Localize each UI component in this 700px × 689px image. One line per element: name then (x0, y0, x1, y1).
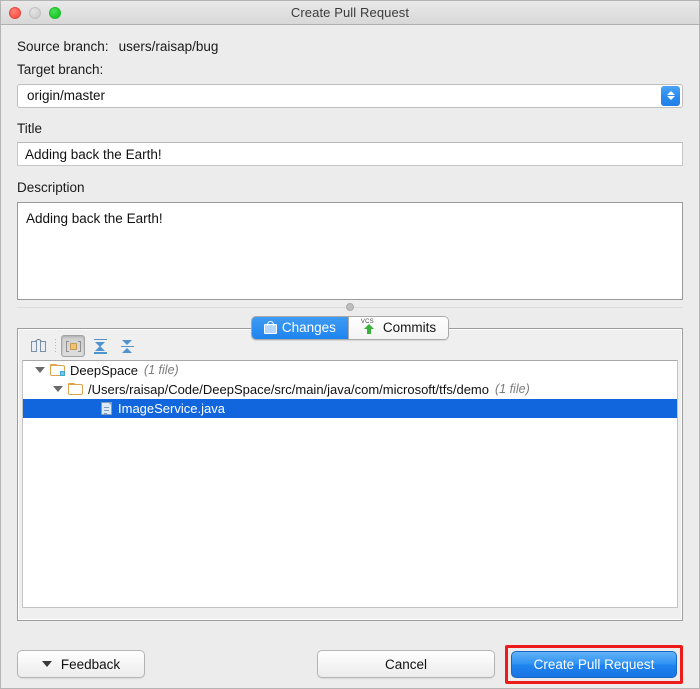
tab-commits-label: Commits (383, 320, 436, 335)
collapse-all-icon (120, 339, 135, 354)
folder-icon (68, 383, 83, 395)
description-text: Adding back the Earth! (26, 210, 674, 228)
tab-changes-label: Changes (282, 320, 336, 335)
target-branch-combobox[interactable]: origin/master (17, 84, 683, 108)
chevron-down-icon (667, 96, 675, 100)
title-input[interactable]: Adding back the Earth! (17, 142, 683, 166)
tree-root-count: (1 file) (144, 363, 179, 377)
feedback-button[interactable]: Feedback (17, 650, 145, 678)
changes-panel: DeepSpace (1 file) /Users/raisap/Code/De… (17, 328, 683, 621)
create-pull-request-dialog: Create Pull Request Source branch: users… (0, 0, 700, 689)
changed-files-tree[interactable]: DeepSpace (1 file) /Users/raisap/Code/De… (22, 360, 678, 608)
tree-row[interactable]: DeepSpace (1 file) (23, 361, 677, 380)
tab-changes[interactable]: Changes (252, 317, 348, 339)
folder-group-icon (66, 340, 81, 353)
dialog-content: Source branch: users/raisap/bug Target b… (1, 25, 699, 689)
close-window-button[interactable] (9, 7, 21, 19)
toolbar-separator (55, 339, 56, 354)
splitter[interactable] (17, 300, 683, 316)
create-pull-request-highlight: Create Pull Request (505, 645, 683, 684)
maximize-window-button[interactable] (49, 7, 61, 19)
tree-row[interactable]: ImageService.java (23, 399, 677, 418)
window-controls (9, 1, 61, 24)
triangle-down-icon (42, 661, 52, 667)
triangle-down-icon[interactable] (35, 367, 45, 373)
target-branch-value: origin/master (18, 88, 105, 103)
tree-directory-label: /Users/raisap/Code/DeepSpace/src/main/ja… (88, 382, 489, 397)
description-label: Description (17, 181, 683, 195)
tree-root-label: DeepSpace (70, 363, 138, 378)
module-folder-icon (50, 364, 65, 376)
changes-icon (264, 321, 277, 334)
dialog-footer: Feedback Cancel Create Pull Request (17, 649, 683, 679)
source-branch-value: users/raisap/bug (119, 39, 219, 54)
chevron-updown-icon[interactable] (661, 86, 680, 106)
tab-commits[interactable]: VCS Commits (348, 317, 448, 339)
minimize-window-button[interactable] (29, 7, 41, 19)
expand-all-icon (93, 339, 108, 354)
diff-icon (31, 339, 46, 354)
title-label: Title (17, 122, 683, 136)
tree-row[interactable]: /Users/raisap/Code/DeepSpace/src/main/ja… (23, 380, 677, 399)
java-file-icon (101, 402, 112, 415)
target-branch-label: Target branch: (17, 63, 683, 77)
create-pull-request-button[interactable]: Create Pull Request (511, 651, 677, 678)
cancel-button[interactable]: Cancel (317, 650, 495, 678)
window-title: Create Pull Request (1, 5, 699, 20)
splitter-handle[interactable] (346, 303, 354, 311)
feedback-button-label: Feedback (61, 657, 120, 672)
source-branch-label: Source branch: (17, 40, 109, 54)
triangle-down-icon[interactable] (53, 386, 63, 392)
chevron-up-icon (667, 91, 675, 95)
tree-directory-count: (1 file) (495, 382, 530, 396)
target-branch-row: Target branch: origin/master (17, 54, 683, 108)
vcs-arrow-icon: VCS (361, 320, 378, 335)
title-bar: Create Pull Request (1, 1, 699, 25)
description-textarea[interactable]: Adding back the Earth! (17, 202, 683, 300)
tree-file-label: ImageService.java (118, 401, 225, 416)
tab-bar: Changes VCS Commits (17, 316, 683, 340)
source-branch-row: Source branch: users/raisap/bug (17, 25, 683, 54)
